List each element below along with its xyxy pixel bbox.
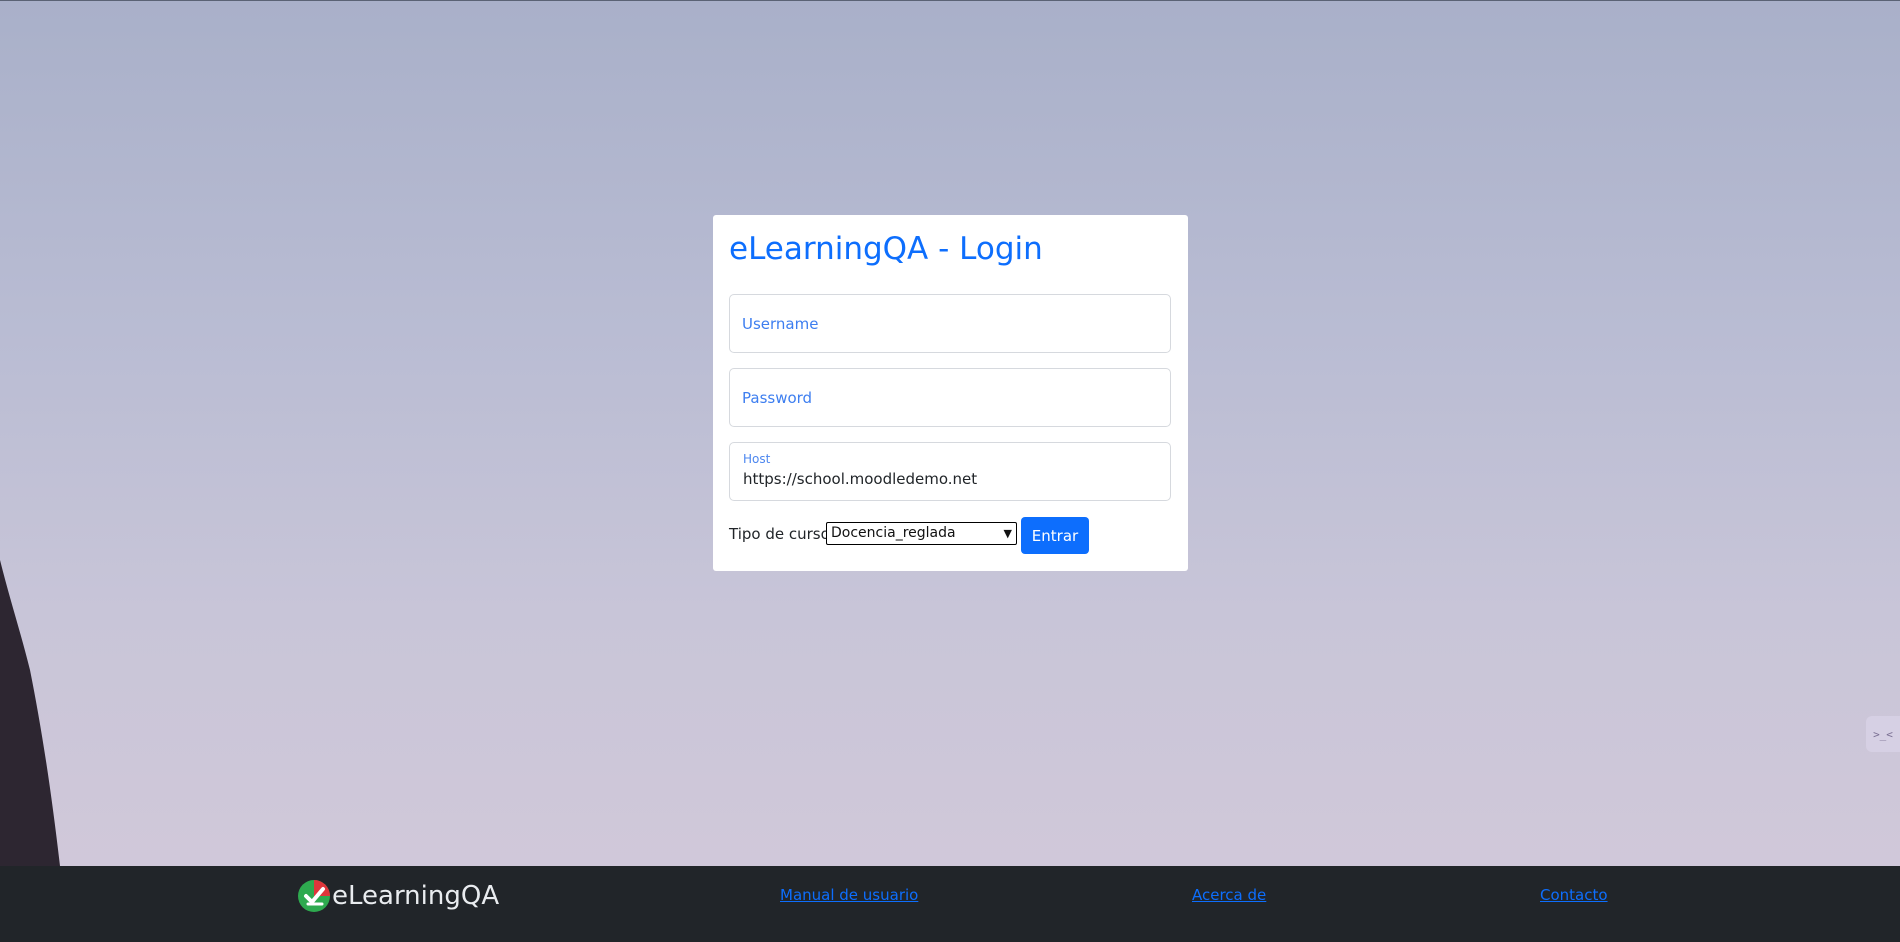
login-card: eLearningQA - Login Host https://school.… xyxy=(713,215,1188,571)
submit-button[interactable]: Entrar xyxy=(1021,517,1089,554)
host-input[interactable]: https://school.moodledemo.net xyxy=(743,470,977,488)
chevron-down-icon: ▼ xyxy=(1003,527,1012,540)
about-link[interactable]: Acerca de xyxy=(1192,886,1266,904)
course-type-selected: Docencia_reglada xyxy=(831,525,956,541)
manual-link[interactable]: Manual de usuario xyxy=(780,886,918,904)
elearningqa-logo-icon xyxy=(298,880,330,912)
course-type-label: Tipo de curso: xyxy=(729,525,835,543)
background-rock xyxy=(0,560,60,866)
password-field[interactable] xyxy=(729,368,1171,427)
footer: eLearningQA Manual de usuario Acerca de … xyxy=(0,866,1900,942)
footer-brand[interactable]: eLearningQA xyxy=(297,879,499,913)
username-field[interactable] xyxy=(729,294,1171,353)
username-input[interactable] xyxy=(730,295,1170,352)
course-type-select[interactable]: Docencia_reglada ▼ xyxy=(826,522,1017,545)
top-border xyxy=(0,0,1900,1)
login-title: eLearningQA - Login xyxy=(729,231,1043,267)
password-input[interactable] xyxy=(730,369,1170,426)
course-type-row: Tipo de curso: Docencia_reglada ▼ Entrar xyxy=(729,516,1171,554)
dev-tools-icon[interactable]: >_< xyxy=(1866,716,1900,752)
host-label: Host xyxy=(743,452,771,466)
contact-link[interactable]: Contacto xyxy=(1540,886,1608,904)
footer-brand-name: eLearningQA xyxy=(332,881,500,911)
host-field[interactable]: Host https://school.moodledemo.net xyxy=(729,442,1171,501)
